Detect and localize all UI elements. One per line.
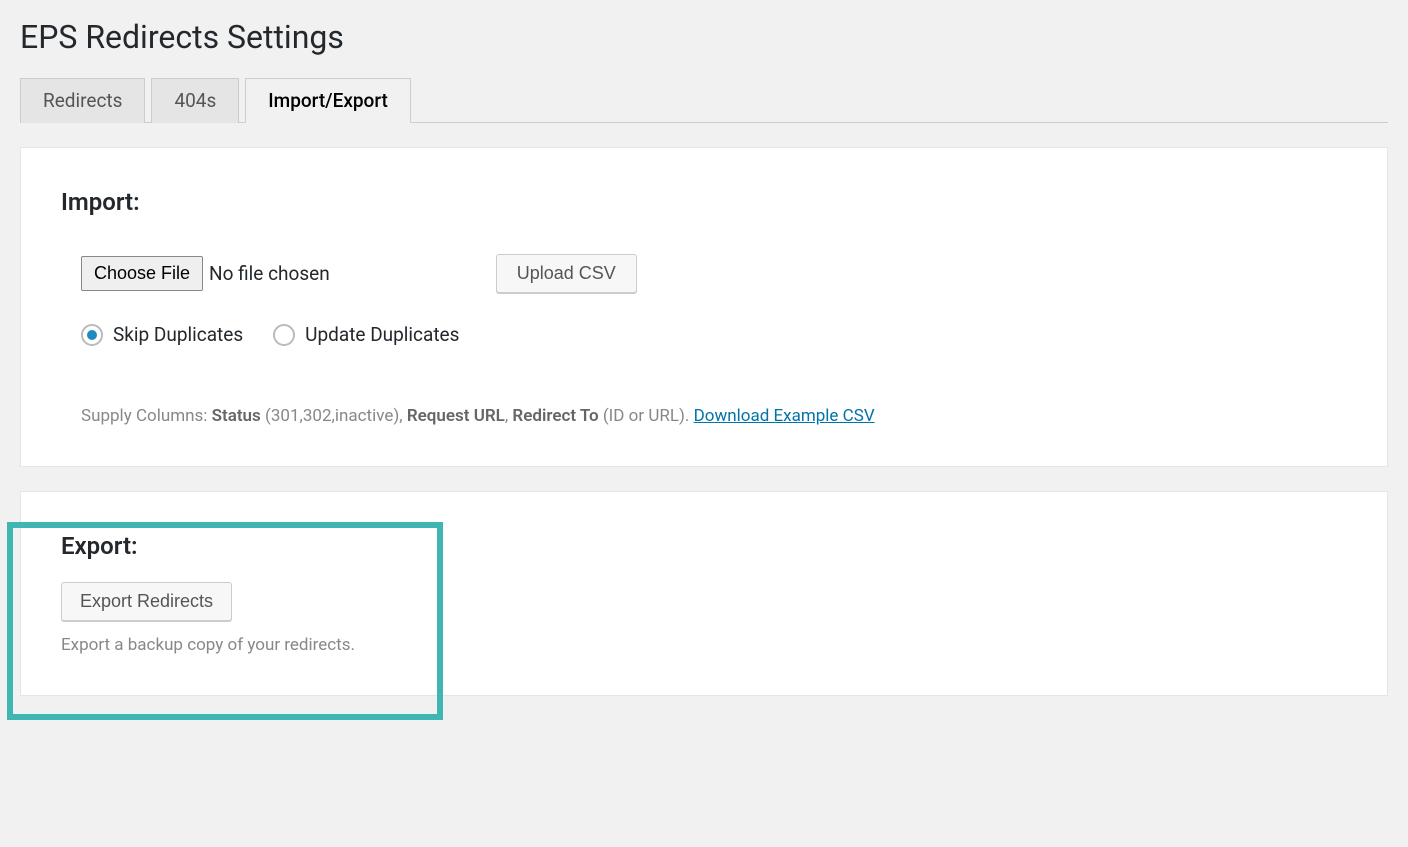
help-status: Status (212, 406, 261, 426)
tab-redirects[interactable]: Redirects (20, 78, 145, 123)
export-redirects-button[interactable]: Export Redirects (61, 582, 232, 621)
radio-update-duplicates[interactable]: Update Duplicates (273, 323, 459, 346)
import-help-text: Supply Columns: Status (301,302,inactive… (61, 406, 1347, 426)
import-heading: Import: (61, 188, 1347, 216)
radio-icon (273, 324, 295, 346)
duplicate-handling-radios: Skip Duplicates Update Duplicates (61, 323, 1347, 346)
radio-update-label: Update Duplicates (305, 323, 459, 346)
tab-wrapper: Redirects 404s Import/Export (20, 78, 1388, 123)
tab-import-export[interactable]: Import/Export (245, 78, 411, 123)
radio-skip-label: Skip Duplicates (113, 323, 243, 346)
radio-skip-duplicates[interactable]: Skip Duplicates (81, 323, 243, 346)
export-description: Export a backup copy of your redirects. (61, 635, 1347, 655)
tab-404s[interactable]: 404s (151, 78, 239, 123)
page-title: EPS Redirects Settings (20, 0, 1388, 78)
upload-csv-button[interactable]: Upload CSV (496, 254, 637, 293)
help-redirect: Redirect To (512, 406, 598, 426)
help-prefix: Supply Columns: (81, 406, 212, 426)
export-heading: Export: (61, 532, 1347, 560)
choose-file-button[interactable]: Choose File (81, 256, 203, 291)
download-example-link[interactable]: Download Example CSV (694, 406, 875, 426)
help-status-values: (301,302,inactive), (261, 406, 407, 426)
help-request: Request URL (407, 406, 505, 426)
import-panel: Import: Choose File No file chosen Uploa… (20, 147, 1388, 467)
no-file-text: No file chosen (209, 262, 330, 285)
file-row: Choose File No file chosen Upload CSV (61, 254, 1347, 293)
help-redirect-values: (ID or URL). (599, 406, 694, 426)
export-panel: Export: Export Redirects Export a backup… (20, 491, 1388, 696)
radio-icon (81, 324, 103, 346)
